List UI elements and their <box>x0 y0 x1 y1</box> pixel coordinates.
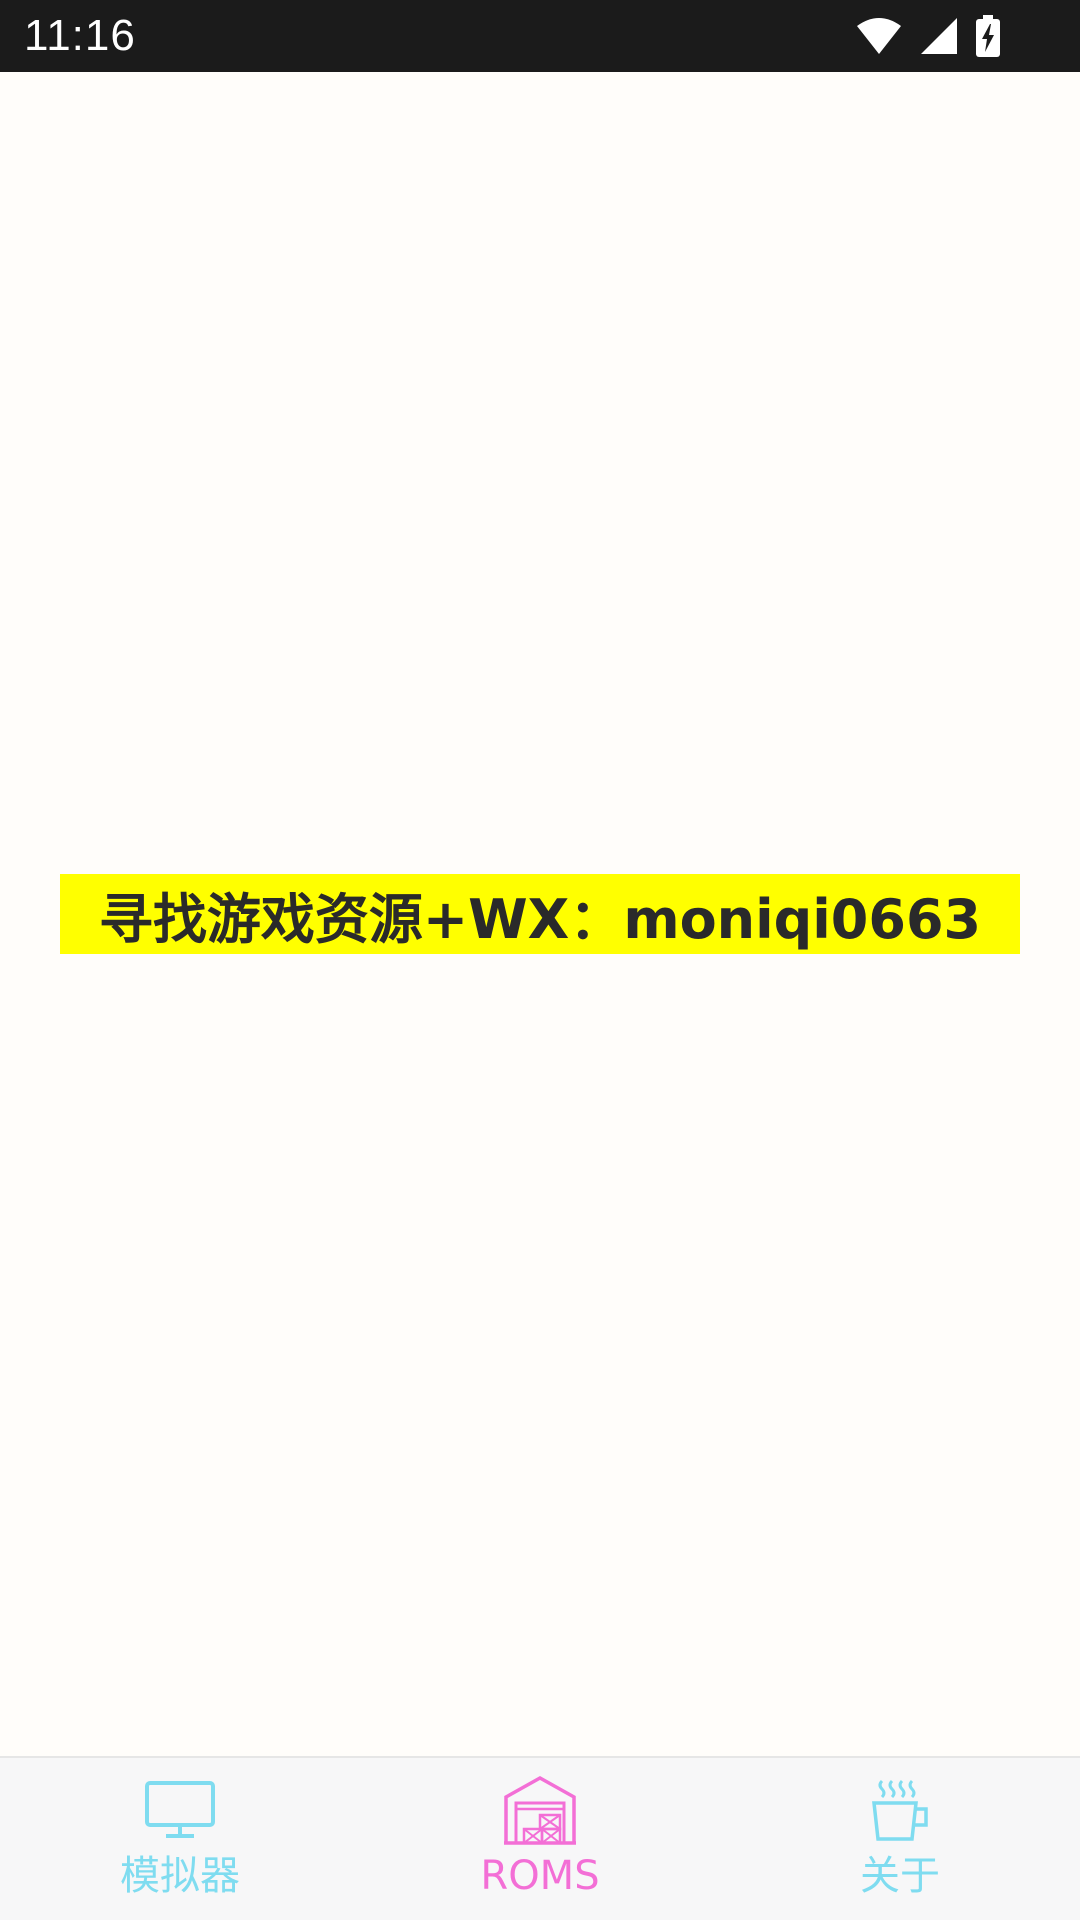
nav-label-about: 关于 <box>860 1853 940 1899</box>
nav-item-about[interactable]: 关于 <box>720 1758 1080 1920</box>
nav-label-roms: ROMS <box>480 1853 600 1899</box>
status-time: 11:16 <box>24 11 136 60</box>
coffee-cup-icon <box>860 1772 940 1848</box>
status-bar: 11:16 <box>0 0 1080 72</box>
nav-label-emulator: 模拟器 <box>120 1853 240 1899</box>
promo-banner-text: 寻找游戏资源+WX：moniqi0663 <box>98 887 982 951</box>
monitor-icon <box>140 1772 220 1848</box>
promo-banner: 寻找游戏资源+WX：moniqi0663 <box>60 874 1020 954</box>
nav-item-emulator[interactable]: 模拟器 <box>0 1758 360 1920</box>
status-icons <box>856 14 1000 58</box>
app-screen: 11:16 寻找游戏资源+WX：moniqi0663 模拟器 ROMS 关于 <box>0 0 1080 1920</box>
battery-charging-icon <box>976 15 1000 57</box>
bottom-nav: 模拟器 ROMS 关于 <box>0 1756 1080 1920</box>
wifi-icon <box>856 16 902 56</box>
signal-icon <box>920 17 958 55</box>
warehouse-icon <box>500 1772 580 1848</box>
nav-item-roms[interactable]: ROMS <box>360 1758 720 1920</box>
